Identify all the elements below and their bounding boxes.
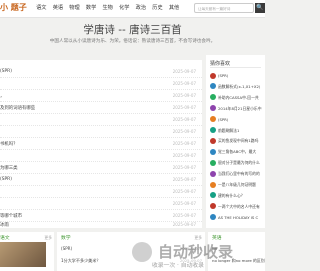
chinese-section: 语文 更多 — [0, 232, 54, 271]
sidebar-item-label[interactable]: AS THE HOLIDAY IS C — [218, 215, 258, 220]
sidebar-item-label[interactable]: 2014年8月21日星小乐中 — [218, 106, 262, 112]
list-item[interactable]: 2025-09-07 — [0, 186, 202, 198]
divider — [210, 67, 261, 68]
sidebar-item[interactable]: 觉三角各ABC中，最大 — [206, 147, 265, 157]
avatar-icon — [210, 72, 216, 79]
nav-item[interactable]: 英语 — [50, 0, 67, 17]
sidebar-item[interactable]: 前题刷解法1 — [206, 126, 265, 136]
main-nav: 语文 英语 物理 数学 生物 化学 政治 历史 其他 — [33, 0, 182, 17]
avatar-icon — [210, 203, 216, 210]
avatar-icon — [210, 214, 216, 221]
search-icon[interactable]: 🔍 — [255, 3, 265, 13]
avatar-icon — [210, 83, 216, 90]
sidebar-item-label[interactable]: (SPR) — [218, 117, 228, 122]
list-item[interactable]: 等哪个城市 2025-09-07 — [0, 210, 202, 222]
list-item[interactable]: 2025-09-07 — [0, 78, 202, 90]
more-link[interactable]: 更多 — [194, 235, 202, 241]
list-item[interactable]: 为哪三类 2025-09-07 — [0, 162, 202, 174]
page-title: 学唐诗 -- 唐诗三百首 — [83, 24, 182, 36]
sidebar-item[interactable]: 2014年8月21日星小乐中 — [206, 104, 265, 114]
nav-item[interactable]: 物理 — [66, 0, 83, 17]
sidebar-item-label[interactable]: 觉三角各ABC中，最大 — [218, 149, 256, 155]
avatar-icon — [210, 105, 216, 112]
sidebar-item[interactable]: (SPR) — [206, 115, 265, 125]
sidebar-item-label[interactable]: 一是八年级几何证明题 — [218, 182, 256, 188]
avatar-icon — [210, 181, 216, 188]
sidebar-item[interactable]: (SPR) — [206, 71, 265, 81]
top-bar: 小 题子 语文 英语 物理 数学 生物 化学 政治 历史 其他 让每天都有一篇好… — [0, 0, 265, 18]
sidebar-item[interactable]: 银对分子是最为何的什么 — [206, 158, 265, 168]
sidebar-item-label[interactable]: 建的有什么心？ — [218, 193, 245, 199]
sidebar-item-label[interactable]: 买的鱼发现中间有1路吗 — [218, 138, 258, 144]
list-date: 2025-09-07 — [179, 258, 202, 263]
avatar-icon — [210, 148, 216, 155]
section-heading: 语文 — [0, 236, 10, 241]
sidebar-item[interactable]: 补助内CASSA中-回一共 — [206, 93, 265, 103]
list-item[interactable]: ， 2025-09-07 — [0, 90, 202, 102]
section-heading: 英语 — [212, 236, 222, 241]
list-item[interactable]: 书机吗？ 2025-09-07 — [0, 138, 202, 150]
sidebar-item-label[interactable]: 一两个大中的名人中还有 — [218, 204, 260, 210]
math-section: 数学 更多 (SPR) 2025-09-07 1分大学不多少美米？ 2025-0… — [57, 232, 205, 271]
nav-item[interactable]: 化学 — [116, 0, 133, 17]
avatar-icon — [210, 170, 216, 177]
list-item[interactable]: 冰雨 2025-09-07 — [0, 222, 202, 228]
list-item[interactable]: 2025-09-07 — [0, 126, 202, 138]
book-photo[interactable] — [0, 242, 46, 267]
search-input[interactable]: 让每天都有一篇好诗 — [194, 3, 254, 13]
english-section: 英语 lot no longer 和no more 的区别 — [208, 232, 265, 271]
list-item[interactable]: 2025-09-07 — [0, 114, 202, 126]
list-date: 2025-09-07 — [179, 246, 202, 251]
list-item[interactable]: (SPR) — [61, 246, 72, 251]
avatar-icon — [210, 137, 216, 144]
sidebar-item[interactable]: 一两个大中的名人中还有 — [206, 202, 265, 212]
sidebar-item-label[interactable]: 补助内CASSA中-回一共 — [218, 95, 259, 101]
avatar-icon — [210, 159, 216, 166]
sidebar-item-label[interactable]: (SPR) — [218, 73, 228, 78]
list-item[interactable]: 2025-09-07 — [0, 150, 202, 162]
nav-item[interactable]: 数学 — [83, 0, 100, 17]
nav-item[interactable]: 政治 — [133, 0, 150, 17]
sidebar-heading: 猜你喜欢 — [210, 61, 231, 67]
sidebar-item[interactable]: 函数解析式(x-1,X1+X2) — [206, 82, 265, 92]
nav-item[interactable]: 生物 — [99, 0, 116, 17]
avatar-icon — [210, 127, 216, 133]
sidebar-item[interactable]: 当我们心里中有的写的的 — [206, 169, 265, 179]
list-item[interactable]: lot — [212, 246, 217, 251]
sidebar-item[interactable]: 建的有什么心？ — [206, 191, 265, 201]
sidebar-item-label[interactable]: 银对分子是最为何的什么 — [218, 160, 260, 166]
section-heading: 数学 — [61, 236, 71, 241]
avatar-icon — [210, 94, 216, 101]
article-list: (SPR) 2025-09-07 2025-09-07 ， 2025-09-07 及… — [0, 60, 202, 228]
sidebar-item[interactable]: 一是八年级几何证明题 — [206, 180, 265, 190]
list-item[interactable]: 1分大学不多少美米？ — [61, 258, 100, 264]
list-item[interactable]: 2025-09-07 — [0, 198, 202, 210]
nav-item[interactable]: 语文 — [33, 0, 50, 17]
nav-item[interactable]: 历史 — [149, 0, 166, 17]
sidebar-item-label[interactable]: 当我们心里中有的写的的 — [218, 171, 260, 177]
site-logo[interactable]: 小 题子 — [0, 2, 27, 13]
more-link[interactable]: 更多 — [44, 235, 52, 241]
list-item[interactable]: no longer 和no more 的区别 — [212, 258, 265, 264]
page-subtitle: 中国人常以从小读唐诗为乐、为荣。俗话说：熟读唐诗三百首，不会写诗也会吟。 — [49, 39, 216, 44]
list-item[interactable]: (SPR) 2025-09-07 — [0, 66, 202, 78]
recommend-sidebar: 猜你喜欢 (SPR) 函数解析式(x-1,X1+X2) 补助内CASSA中-回一共 2… — [206, 55, 265, 228]
nav-item[interactable]: 其他 — [166, 0, 183, 17]
list-item[interactable]: (SPR) 2025-09-07 — [0, 174, 202, 186]
sidebar-item[interactable]: AS THE HOLIDAY IS C — [206, 213, 265, 223]
list-item[interactable]: 及到的词语有哪些 2025-09-07 — [0, 102, 202, 114]
sidebar-item[interactable]: 买的鱼发现中间有1路吗 — [206, 136, 265, 146]
sidebar-item-label[interactable]: 前题刷解法1 — [218, 128, 239, 134]
sidebar-item-label[interactable]: 函数解析式(x-1,X1+X2) — [218, 84, 260, 90]
avatar-icon — [210, 192, 216, 199]
avatar-icon — [210, 116, 216, 123]
